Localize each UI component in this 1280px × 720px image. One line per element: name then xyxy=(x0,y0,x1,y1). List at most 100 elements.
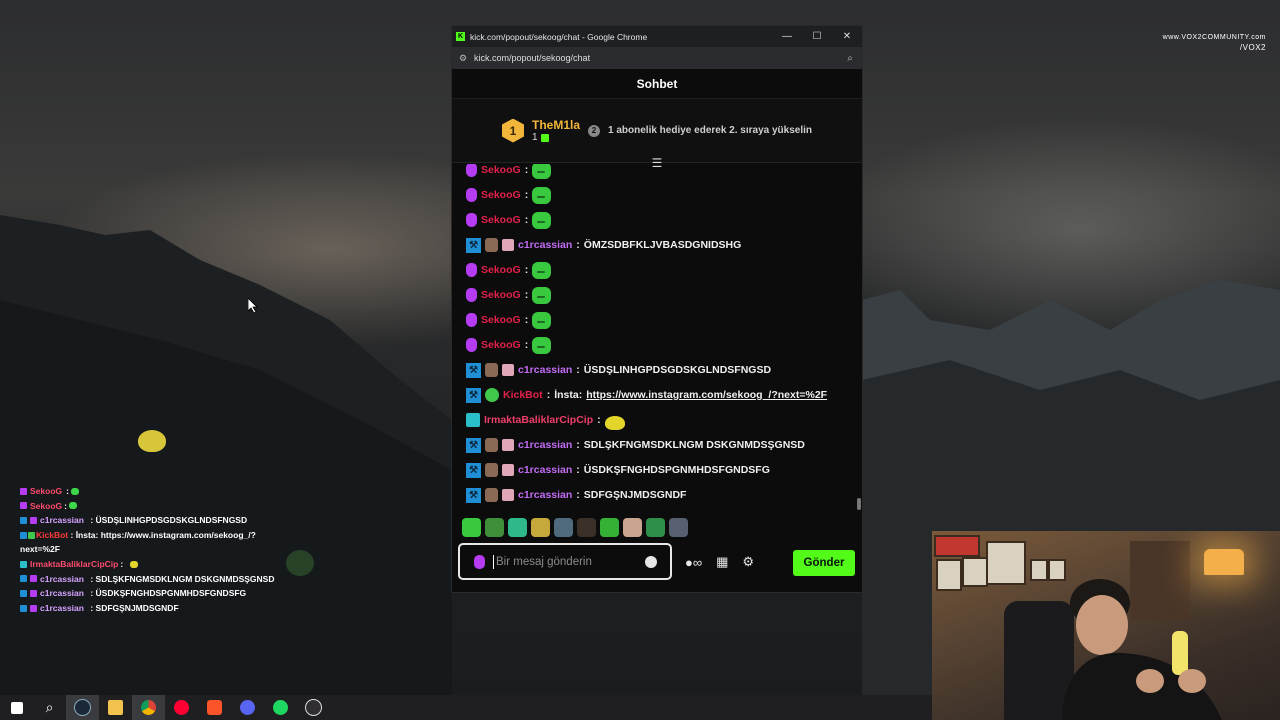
emote-icon[interactable] xyxy=(669,518,688,537)
emote-icon xyxy=(68,502,77,510)
chat-message[interactable]: ⚒ c1rcassian: ÜSDKŞFNGHDSPGNMHDSFGNDSFG xyxy=(466,460,770,480)
mod-badge-icon xyxy=(20,532,27,540)
chat-message[interactable]: ⚒ c1rcassian: SDFGŞNJMDSGNDF xyxy=(466,485,686,505)
taskbar-obs[interactable] xyxy=(297,695,330,720)
chat-message-input[interactable] xyxy=(493,554,639,569)
emote-icon[interactable] xyxy=(600,518,619,537)
chat-username[interactable]: IrmaktaBaliklarCipCip xyxy=(484,414,593,426)
separator: : xyxy=(576,364,580,376)
chat-message[interactable]: SekooG: xyxy=(466,210,552,230)
mic-badge-icon xyxy=(466,188,477,202)
overlay-username: c1rcassian xyxy=(40,602,84,613)
taskbar-search[interactable]: ⌕ xyxy=(33,695,66,720)
site-settings-icon[interactable]: ⚙ xyxy=(452,53,474,64)
separator: : xyxy=(597,414,601,426)
taskbar-discord[interactable] xyxy=(231,695,264,720)
sub-badge-icon xyxy=(20,560,27,568)
overlay-text: : SDLŞKFNGMSDKLNGM DSKGNMDSŞGNSD xyxy=(90,573,275,584)
emote-icon[interactable] xyxy=(508,518,527,537)
emote-icon[interactable] xyxy=(485,518,504,537)
emoji-picker-icon[interactable] xyxy=(645,555,657,568)
chat-username[interactable]: KickBot xyxy=(503,389,543,401)
chat-username[interactable]: SekooG xyxy=(481,214,521,226)
top-gifter-banner[interactable]: 1 TheM1la 1 2 1 abonelik hediye ederek 2… xyxy=(452,99,862,163)
badge-icon xyxy=(30,604,37,612)
webcam-feed xyxy=(932,531,1280,720)
mod-badge-icon xyxy=(20,604,27,612)
chat-message[interactable]: SekooG: xyxy=(466,164,552,180)
mic-badge-icon xyxy=(466,164,477,177)
chat-username[interactable]: SekooG xyxy=(481,289,521,301)
chat-message[interactable]: SekooG: xyxy=(466,185,552,205)
emote-icon[interactable] xyxy=(623,518,642,537)
points-icon[interactable]: ●∞ xyxy=(685,555,702,570)
discord-icon xyxy=(240,700,255,715)
url-text[interactable]: kick.com/popout/sekoog/chat xyxy=(474,53,838,63)
maximize-button[interactable]: ☐ xyxy=(802,31,832,42)
youtube-music-icon xyxy=(174,700,189,715)
emote-icon[interactable] xyxy=(462,518,481,537)
chat-username[interactable]: SekooG xyxy=(481,164,521,176)
emote-icon xyxy=(532,311,552,329)
emote-icon[interactable] xyxy=(531,518,550,537)
og-badge-icon xyxy=(485,238,498,252)
chat-message[interactable]: IrmaktaBaliklarCipCip: xyxy=(466,410,625,430)
gift-icon xyxy=(540,133,549,142)
chat-username[interactable]: c1rcassian xyxy=(518,464,572,476)
chat-username[interactable]: c1rcassian xyxy=(518,364,572,376)
chat-username[interactable]: c1rcassian xyxy=(518,489,572,501)
separator: : xyxy=(576,489,580,501)
store-icon[interactable]: ▦ xyxy=(716,554,728,570)
zoom-icon[interactable]: ⌕ xyxy=(838,53,862,64)
overlay-text: : SDFGŞNJMDSGNDF xyxy=(90,602,179,613)
wall-photo xyxy=(1030,559,1048,581)
chat-message[interactable]: SekooG: xyxy=(466,335,552,355)
mic-badge-icon xyxy=(466,263,477,277)
mic-badge-icon xyxy=(20,502,27,510)
chat-message[interactable]: ⚒ c1rcassian: ÜSDŞLINHGPDSGDSKGLNDSFNGSD xyxy=(466,360,771,380)
chat-message[interactable]: SekooG: xyxy=(466,260,552,280)
emote-icon[interactable] xyxy=(646,518,665,537)
gear-icon[interactable]: ⚙ xyxy=(742,554,754,570)
message-text: SDLŞKFNGMSDKLNGM DSKGNMDSŞGNSD xyxy=(583,439,805,451)
message-composer[interactable] xyxy=(458,543,672,580)
minimize-button[interactable]: — xyxy=(772,31,802,42)
taskbar-spotify[interactable] xyxy=(264,695,297,720)
chat-username[interactable]: SekooG xyxy=(481,264,521,276)
address-bar[interactable]: ⚙ kick.com/popout/sekoog/chat ⌕ xyxy=(452,47,862,69)
mod-badge-icon: ⚒ xyxy=(466,387,481,403)
emote-icon[interactable] xyxy=(554,518,573,537)
lamp xyxy=(1204,549,1244,575)
taskbar-chrome[interactable] xyxy=(132,695,165,720)
wall-photo xyxy=(986,541,1026,585)
scrollbar-thumb[interactable] xyxy=(857,498,861,510)
chat-message[interactable]: ⚒ c1rcassian: SDLŞKFNGMSDKLNGM DSKGNMDSŞGN… xyxy=(466,435,805,455)
message-text: ÜSDŞLINHGPDSGDSKGLNDSFNGSD xyxy=(583,364,772,376)
chat-username[interactable]: SekooG xyxy=(481,189,521,201)
chat-messages[interactable]: SekooG: SekooG: SekooG: ⚒ c1rcassian: ÖMZS… xyxy=(452,164,862,516)
taskbar-steam[interactable] xyxy=(66,695,99,720)
window-titlebar[interactable]: K kick.com/popout/sekoog/chat - Google C… xyxy=(452,26,862,47)
chat-username[interactable]: SekooG xyxy=(481,314,521,326)
mod-badge-icon: ⚒ xyxy=(466,487,481,503)
taskbar-explorer[interactable] xyxy=(99,695,132,720)
chat-username[interactable]: c1rcassian xyxy=(518,239,572,251)
send-button[interactable]: Gönder xyxy=(793,550,855,576)
message-link[interactable]: https://www.instagram.com/sekoog_/?next=… xyxy=(586,389,827,401)
chat-message[interactable]: ⚒ KickBot: İnsta: https://www.instagram.com… xyxy=(466,385,827,405)
emote-icon[interactable] xyxy=(577,518,596,537)
chat-username[interactable]: SekooG xyxy=(481,339,521,351)
taskbar-brave[interactable] xyxy=(198,695,231,720)
wall-photo xyxy=(962,557,988,587)
mod-badge-icon: ⚒ xyxy=(466,462,481,478)
chat-username[interactable]: c1rcassian xyxy=(518,439,572,451)
chat-message[interactable]: SekooG: xyxy=(466,310,552,330)
mic-badge-icon xyxy=(466,338,477,352)
emote-icon xyxy=(532,186,552,204)
chat-message[interactable]: ⚒ c1rcassian: ÖMZSDBFKLJVBASDGNIDSHG xyxy=(466,235,741,255)
start-button[interactable] xyxy=(0,695,33,720)
watermark-site: www.VOX2COMMUNITY.com xyxy=(1162,34,1266,41)
close-button[interactable]: ✕ xyxy=(832,31,862,42)
chat-message[interactable]: SekooG: xyxy=(466,285,552,305)
taskbar-youtube-music[interactable] xyxy=(165,695,198,720)
